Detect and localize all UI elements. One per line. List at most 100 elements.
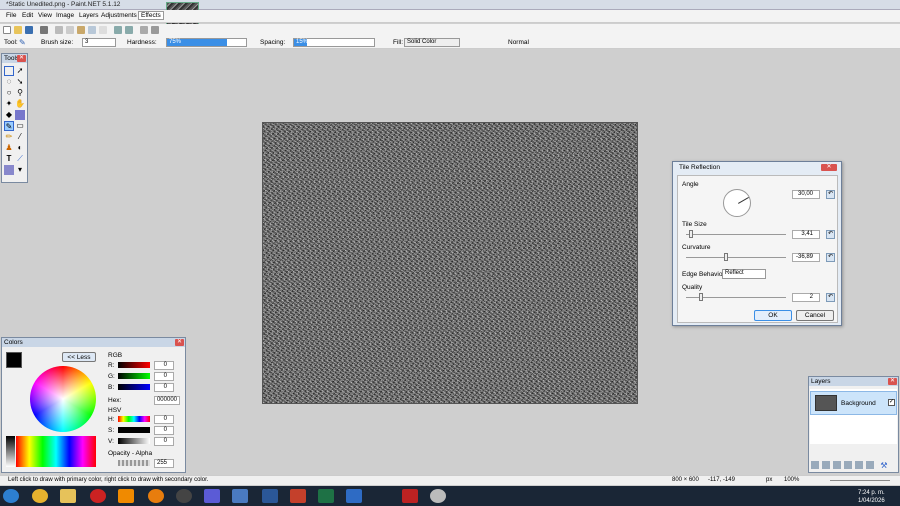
layer-properties-icon[interactable]: ⚒ — [880, 461, 888, 470]
app-icon[interactable] — [204, 489, 220, 503]
cancel-button[interactable]: Cancel — [796, 310, 834, 321]
angle-dial[interactable] — [723, 189, 751, 217]
edge-behavior-dropdown[interactable]: Reflect — [722, 269, 766, 279]
b-input[interactable]: 0 — [154, 383, 174, 392]
ruler-icon[interactable] — [151, 26, 159, 34]
delete-layer-icon[interactable] — [822, 461, 830, 469]
move-layer-down-icon[interactable] — [866, 461, 874, 469]
curvature-input[interactable]: -36,89 — [792, 253, 820, 262]
gradient-icon[interactable] — [15, 110, 25, 120]
s-slider[interactable] — [118, 427, 150, 433]
menu-layers[interactable]: Layers — [79, 12, 99, 19]
layer-visibility-checkbox[interactable]: ✓ — [888, 399, 895, 406]
move-layer-up-icon[interactable] — [855, 461, 863, 469]
color-palette[interactable] — [16, 436, 96, 467]
quality-input[interactable]: 2 — [792, 293, 820, 302]
tile-size-input[interactable]: 3,41 — [792, 230, 820, 239]
shapes-dropdown-icon[interactable]: ▾ — [15, 165, 25, 175]
pan-icon[interactable]: ✋ — [15, 99, 25, 109]
r-slider[interactable] — [118, 362, 150, 368]
undo-icon[interactable] — [114, 26, 122, 34]
cut-icon[interactable] — [55, 26, 63, 34]
magic-wand-icon[interactable]: ✦ — [4, 99, 14, 109]
merge-layer-icon[interactable] — [844, 461, 852, 469]
powerpoint-icon[interactable] — [290, 489, 306, 503]
lasso-icon[interactable]: ◌ — [4, 77, 14, 87]
opera-icon[interactable] — [90, 489, 106, 503]
app3-icon[interactable] — [402, 489, 418, 503]
less-button[interactable]: << Less — [62, 352, 96, 362]
paintnet-taskbar-icon[interactable] — [232, 489, 248, 503]
tile-size-slider[interactable] — [689, 230, 693, 238]
ellipse-select-icon[interactable]: ○ — [4, 88, 14, 98]
zoom-icon[interactable]: ⚲ — [15, 88, 25, 98]
v-input[interactable]: 0 — [154, 437, 174, 446]
opacity-slider[interactable] — [118, 460, 150, 466]
close-icon[interactable]: ✕ — [888, 378, 897, 385]
brush-size-input[interactable]: 3 — [82, 38, 116, 47]
v-slider[interactable] — [118, 438, 150, 444]
paintbrush-icon[interactable]: ✎ — [4, 121, 14, 131]
deselect-icon[interactable] — [99, 26, 107, 34]
g-input[interactable]: 0 — [154, 372, 174, 381]
grayscale-palette[interactable] — [6, 436, 15, 467]
start-icon[interactable] — [3, 489, 19, 503]
chrome-icon[interactable] — [32, 489, 48, 503]
blend-mode-dropdown[interactable]: Normal — [508, 39, 529, 46]
curvature-reset-icon[interactable]: ↶ — [826, 253, 835, 262]
text-icon[interactable]: T — [4, 154, 14, 164]
word-icon[interactable] — [262, 489, 278, 503]
primary-color-swatch[interactable] — [6, 352, 22, 368]
menu-file[interactable]: File — [6, 12, 16, 19]
angle-input[interactable]: 30,00 — [792, 190, 820, 199]
quality-reset-icon[interactable]: ↶ — [826, 293, 835, 302]
zoom-level[interactable]: 100% — [784, 477, 799, 483]
fill-dropdown[interactable]: Solid Color — [404, 38, 460, 47]
vlc-icon[interactable] — [118, 489, 134, 503]
ok-button[interactable]: OK — [754, 310, 792, 321]
save-icon[interactable] — [25, 26, 33, 34]
curvature-slider[interactable] — [724, 253, 728, 261]
b-slider[interactable] — [118, 384, 150, 390]
grid-icon[interactable] — [140, 26, 148, 34]
excel-icon[interactable] — [318, 489, 334, 503]
eraser-icon[interactable]: ▭ — [15, 121, 25, 131]
clone-stamp-icon[interactable]: ♟ — [4, 143, 14, 153]
pencil-icon[interactable]: ✏ — [4, 132, 14, 142]
units-dropdown[interactable]: px — [766, 477, 772, 483]
menu-view[interactable]: View — [38, 12, 52, 19]
rectangle-select-icon[interactable] — [4, 66, 14, 76]
angle-reset-icon[interactable]: ↶ — [826, 190, 835, 199]
hardness-slider[interactable]: 75% — [166, 38, 247, 47]
hex-input[interactable]: 000000 — [154, 396, 180, 405]
crop-icon[interactable] — [88, 26, 96, 34]
menu-adjustments[interactable]: Adjustments — [101, 12, 137, 19]
color-picker-icon[interactable]: ⁄ — [15, 132, 25, 142]
paint-bucket-icon[interactable]: ◆ — [4, 110, 14, 120]
shapes-icon[interactable] — [4, 165, 14, 175]
opacity-input[interactable]: 255 — [154, 459, 174, 468]
obs-icon[interactable] — [176, 489, 192, 503]
spacing-slider[interactable]: 15% — [293, 38, 375, 47]
redo-icon[interactable] — [125, 26, 133, 34]
explorer-icon[interactable] — [60, 489, 76, 503]
close-icon[interactable]: ✕ — [175, 339, 184, 346]
menu-image[interactable]: Image — [56, 12, 74, 19]
add-layer-icon[interactable] — [811, 461, 819, 469]
line-icon[interactable]: ⟋ — [15, 154, 25, 164]
h-input[interactable]: 0 — [154, 415, 174, 424]
paintbrush-tool-icon[interactable]: ✎ — [19, 38, 26, 47]
menu-effects[interactable]: Effects — [138, 11, 164, 20]
print-icon[interactable] — [40, 26, 48, 34]
menu-edit[interactable]: Edit — [22, 12, 33, 19]
s-input[interactable]: 0 — [154, 426, 174, 435]
open-icon[interactable] — [14, 26, 22, 34]
zoom-slider[interactable] — [830, 480, 890, 481]
dialog-close-icon[interactable]: ✕ — [821, 164, 837, 171]
duplicate-layer-icon[interactable] — [833, 461, 841, 469]
h-slider[interactable] — [118, 416, 150, 422]
close-icon[interactable]: ✕ — [17, 55, 26, 62]
move-selection-icon[interactable]: ➚ — [15, 66, 25, 76]
blender-icon[interactable] — [148, 489, 164, 503]
tile-size-reset-icon[interactable]: ↶ — [826, 230, 835, 239]
